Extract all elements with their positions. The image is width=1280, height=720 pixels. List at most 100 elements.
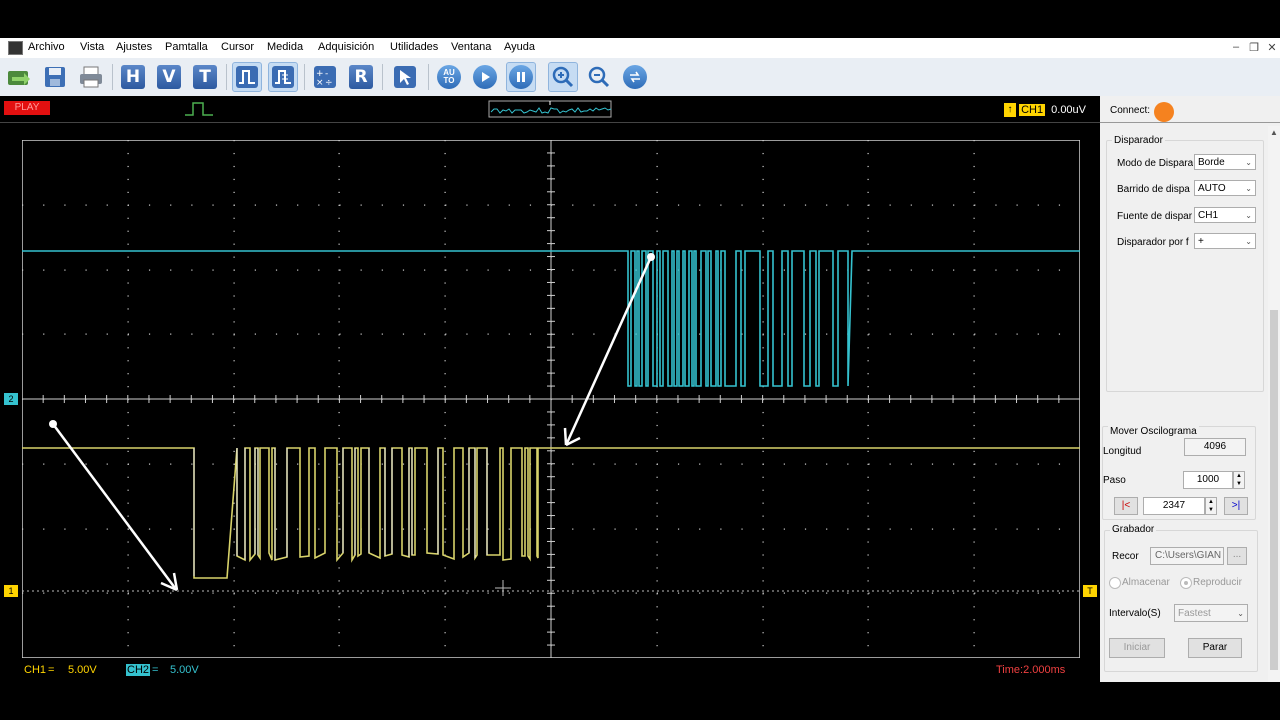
menu-adquisicion[interactable]: Adquisición [318, 41, 374, 53]
save-icon[interactable] [40, 62, 70, 92]
trigger-level-marker[interactable]: T [1083, 585, 1097, 597]
channel2-wave-icon[interactable] [268, 62, 298, 92]
refresh-icon[interactable] [620, 62, 650, 92]
step-input[interactable]: 1000 [1183, 471, 1233, 489]
channel1-wave-icon[interactable] [232, 62, 262, 92]
trigger-mode-value: Borde [1198, 157, 1225, 168]
open-icon[interactable] [4, 62, 34, 92]
chevron-down-icon: ⌄ [1245, 211, 1252, 220]
store-radio[interactable] [1109, 577, 1121, 589]
menu-bar: Archivo Vista Ajustes Pamtalla Cursor Me… [0, 38, 1280, 58]
print-icon[interactable] [76, 62, 106, 92]
position-input[interactable]: 2347 [1143, 497, 1205, 515]
trigger-icon[interactable]: T [190, 62, 220, 92]
menu-ayuda[interactable]: Ayuda [504, 41, 535, 53]
interval-select[interactable]: Fastest ⌄ [1174, 604, 1248, 622]
trigger-sweep-select[interactable]: AUTO ⌄ [1194, 180, 1256, 196]
trigger-edge-icon: ↑ [1004, 103, 1016, 117]
play-radio-label: Reproducir [1193, 577, 1242, 588]
ch1-coupling-icon: = [48, 664, 55, 676]
ch2-scale: 5.00V [170, 664, 199, 676]
pause-icon[interactable] [506, 62, 536, 92]
reference-letter: R [349, 65, 373, 89]
length-label: Longitud [1103, 446, 1142, 457]
zoom-in-icon[interactable] [548, 62, 578, 92]
timebase-label: Time:2.000ms [996, 664, 1066, 676]
control-panel: Connect: Disparador Modo de Dispara Bord… [1100, 96, 1280, 682]
menu-ventana[interactable]: Ventana [451, 41, 491, 53]
store-label: Almacenar [1122, 577, 1170, 588]
play-status: PLAY [4, 101, 50, 115]
start-button[interactable]: Iniciar [1109, 638, 1165, 658]
trigger-slope-label: Disparador por f [1117, 237, 1189, 248]
menu-medida[interactable]: Medida [267, 41, 303, 53]
cursor-icon[interactable] [390, 62, 420, 92]
browse-button[interactable]: ... [1227, 547, 1247, 565]
chevron-down-icon: ⌄ [1245, 237, 1252, 246]
interval-label: Intervalo(S) [1109, 608, 1161, 619]
scale-info-bar: CH1 = 5.00V CH2 = 5.00V Time:2.000ms [0, 660, 1100, 682]
menu-vista[interactable]: Vista [80, 41, 104, 53]
oscilloscope-display[interactable] [22, 140, 1080, 658]
interval-value: Fastest [1178, 608, 1211, 619]
svg-text:÷: ÷ [325, 78, 333, 88]
menu-cursor[interactable]: Cursor [221, 41, 254, 53]
svg-text:×: × [316, 78, 324, 88]
chevron-down-icon: ⌄ [1237, 609, 1244, 618]
play-radio[interactable] [1180, 577, 1192, 589]
ch1-label: CH1 [24, 664, 47, 676]
reference-icon[interactable]: R [346, 62, 376, 92]
trigger-source-select[interactable]: CH1 ⌄ [1194, 207, 1256, 223]
trigger-mode-label: Modo de Dispara [1117, 158, 1193, 169]
scroll-up-icon[interactable]: ▲ [1270, 128, 1278, 137]
disparador-group [1106, 140, 1264, 392]
trigger-mode-select[interactable]: Borde ⌄ [1194, 154, 1256, 170]
last-button[interactable]: >| [1224, 497, 1248, 515]
ch2-coupling-icon: = [152, 664, 159, 676]
panel-scrollbar[interactable]: ▲ [1268, 126, 1280, 682]
connect-label: Connect: [1110, 105, 1151, 116]
ch1-marker[interactable]: 1 [4, 585, 18, 597]
horizontal-icon[interactable]: H [118, 62, 148, 92]
scroll-thumb[interactable] [1270, 310, 1278, 670]
length-field: 4096 [1184, 438, 1246, 456]
stop-button[interactable]: Parar [1188, 638, 1242, 658]
menu-utilidades[interactable]: Utilidades [390, 41, 438, 53]
menu-pamtalla[interactable]: Pamtalla [165, 41, 208, 53]
horizontal-letter: H [121, 65, 145, 89]
position-spinner[interactable]: ▲ ▼ [1205, 497, 1217, 515]
vertical-letter: V [157, 65, 181, 89]
menu-ajustes[interactable]: Ajustes [116, 41, 152, 53]
trigger-source-label: Fuente de dispar [1117, 211, 1193, 222]
trigger-source-value: CH1 [1198, 210, 1219, 221]
math-icon[interactable]: + - × ÷ [310, 62, 340, 92]
play-icon[interactable] [470, 62, 500, 92]
disparador-title: Disparador [1112, 135, 1165, 146]
auto-icon[interactable]: AU TO [434, 62, 464, 92]
restore-icon[interactable]: ❐ [1246, 41, 1262, 54]
record-path-field: C:\Users\GIAN [1150, 547, 1224, 565]
trigger-readout: ↑ CH1 0.00uV [1004, 103, 1086, 119]
trigger-letter: T [193, 65, 217, 89]
connect-status-icon [1154, 102, 1174, 122]
pulse-trigger-icon [185, 102, 213, 116]
zoom-out-icon[interactable] [584, 62, 614, 92]
menu-archivo[interactable]: Archivo [28, 41, 65, 53]
memory-overview[interactable] [488, 100, 612, 118]
auto-label: AU TO [437, 65, 461, 89]
mover-title: Mover Oscilograma [1108, 426, 1199, 437]
minimize-icon[interactable]: – [1228, 41, 1244, 53]
trigger-slope-select[interactable]: + ⌄ [1194, 233, 1256, 249]
app-icon [8, 41, 23, 55]
trigger-sweep-value: AUTO [1198, 183, 1226, 194]
step-spinner[interactable]: ▲ ▼ [1233, 471, 1245, 489]
vertical-icon[interactable]: V [154, 62, 184, 92]
ch2-marker[interactable]: 2 [4, 393, 18, 405]
panel-divider [1100, 122, 1280, 123]
chevron-down-icon: ⌄ [1245, 158, 1252, 167]
close-icon[interactable]: ✕ [1264, 41, 1280, 54]
trigger-level: 0.00uV [1051, 104, 1087, 116]
ch2-label: CH2 [126, 664, 151, 676]
first-button[interactable]: |< [1114, 497, 1138, 515]
trigger-channel: CH1 [1019, 104, 1046, 116]
